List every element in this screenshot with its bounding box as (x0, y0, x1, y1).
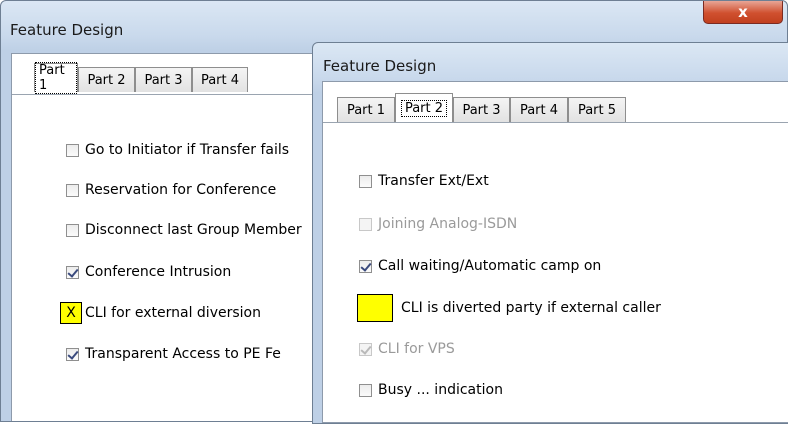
option-cli-for-vps: CLI for VPS (359, 341, 455, 357)
option-disconnect-last-group-member[interactable]: Disconnect last Group Member (66, 222, 302, 238)
option-conference-intrusion[interactable]: Conference Intrusion (66, 264, 231, 280)
tab-part-3[interactable]: Part 3 (135, 67, 192, 92)
window-title: Feature Design (323, 57, 437, 75)
checkbox-disabled (359, 217, 372, 231)
checkbox[interactable] (66, 143, 79, 157)
option-cli-external-diversion[interactable]: X CLI for external diversion (60, 302, 261, 324)
close-icon: x (738, 2, 748, 21)
highlight-marker: X (60, 302, 82, 324)
option-transparent-access[interactable]: Transparent Access to PE Fe (66, 346, 281, 362)
window-title: Feature Design (10, 21, 124, 39)
option-call-waiting[interactable]: Call waiting/Automatic camp on (359, 258, 601, 274)
option-partial-hidden[interactable]: Busy ... indication (359, 382, 503, 398)
tab-strip: Part 1 Part 2 Part 3 Part 4 Part 5 (323, 82, 788, 123)
tab-part-1[interactable]: Part 1 (337, 97, 395, 122)
dialog-client-area: Part 1 Part 2 Part 3 Part 4 Part 5 Trans… (322, 81, 788, 423)
checkbox[interactable] (359, 174, 372, 188)
checkbox[interactable] (66, 183, 79, 197)
checkbox-checked[interactable] (66, 265, 79, 279)
highlight-marker (357, 294, 393, 322)
tab-part-5[interactable]: Part 5 (568, 97, 626, 122)
checkbox-disabled-checked (359, 342, 372, 356)
tab-part-4[interactable]: Part 4 (510, 97, 568, 122)
tab-part-2[interactable]: Part 2 (78, 67, 135, 92)
option-go-to-initiator[interactable]: Go to Initiator if Transfer fails (66, 142, 289, 158)
tab-part-2[interactable]: Part 2 (395, 93, 453, 122)
tab-part-1[interactable]: Part 1 (34, 62, 78, 94)
close-button[interactable]: x (703, 1, 783, 24)
tab-part-3[interactable]: Part 3 (453, 97, 510, 122)
feature-design-window-front: Feature Design Part 1 Part 2 Part 3 Part… (312, 42, 788, 424)
tab-part-4[interactable]: Part 4 (192, 67, 248, 92)
option-reservation-conference[interactable]: Reservation for Conference (66, 182, 276, 198)
checkbox[interactable] (359, 383, 372, 397)
checkbox[interactable] (66, 223, 79, 237)
checkbox-checked[interactable] (359, 259, 372, 273)
option-joining-analog-isdn: Joining Analog-ISDN (359, 216, 517, 232)
checkbox-checked[interactable] (66, 347, 79, 361)
option-transfer-ext-ext[interactable]: Transfer Ext/Ext (359, 173, 489, 189)
option-cli-diverted-party[interactable]: CLI is diverted party if external caller (357, 294, 661, 322)
